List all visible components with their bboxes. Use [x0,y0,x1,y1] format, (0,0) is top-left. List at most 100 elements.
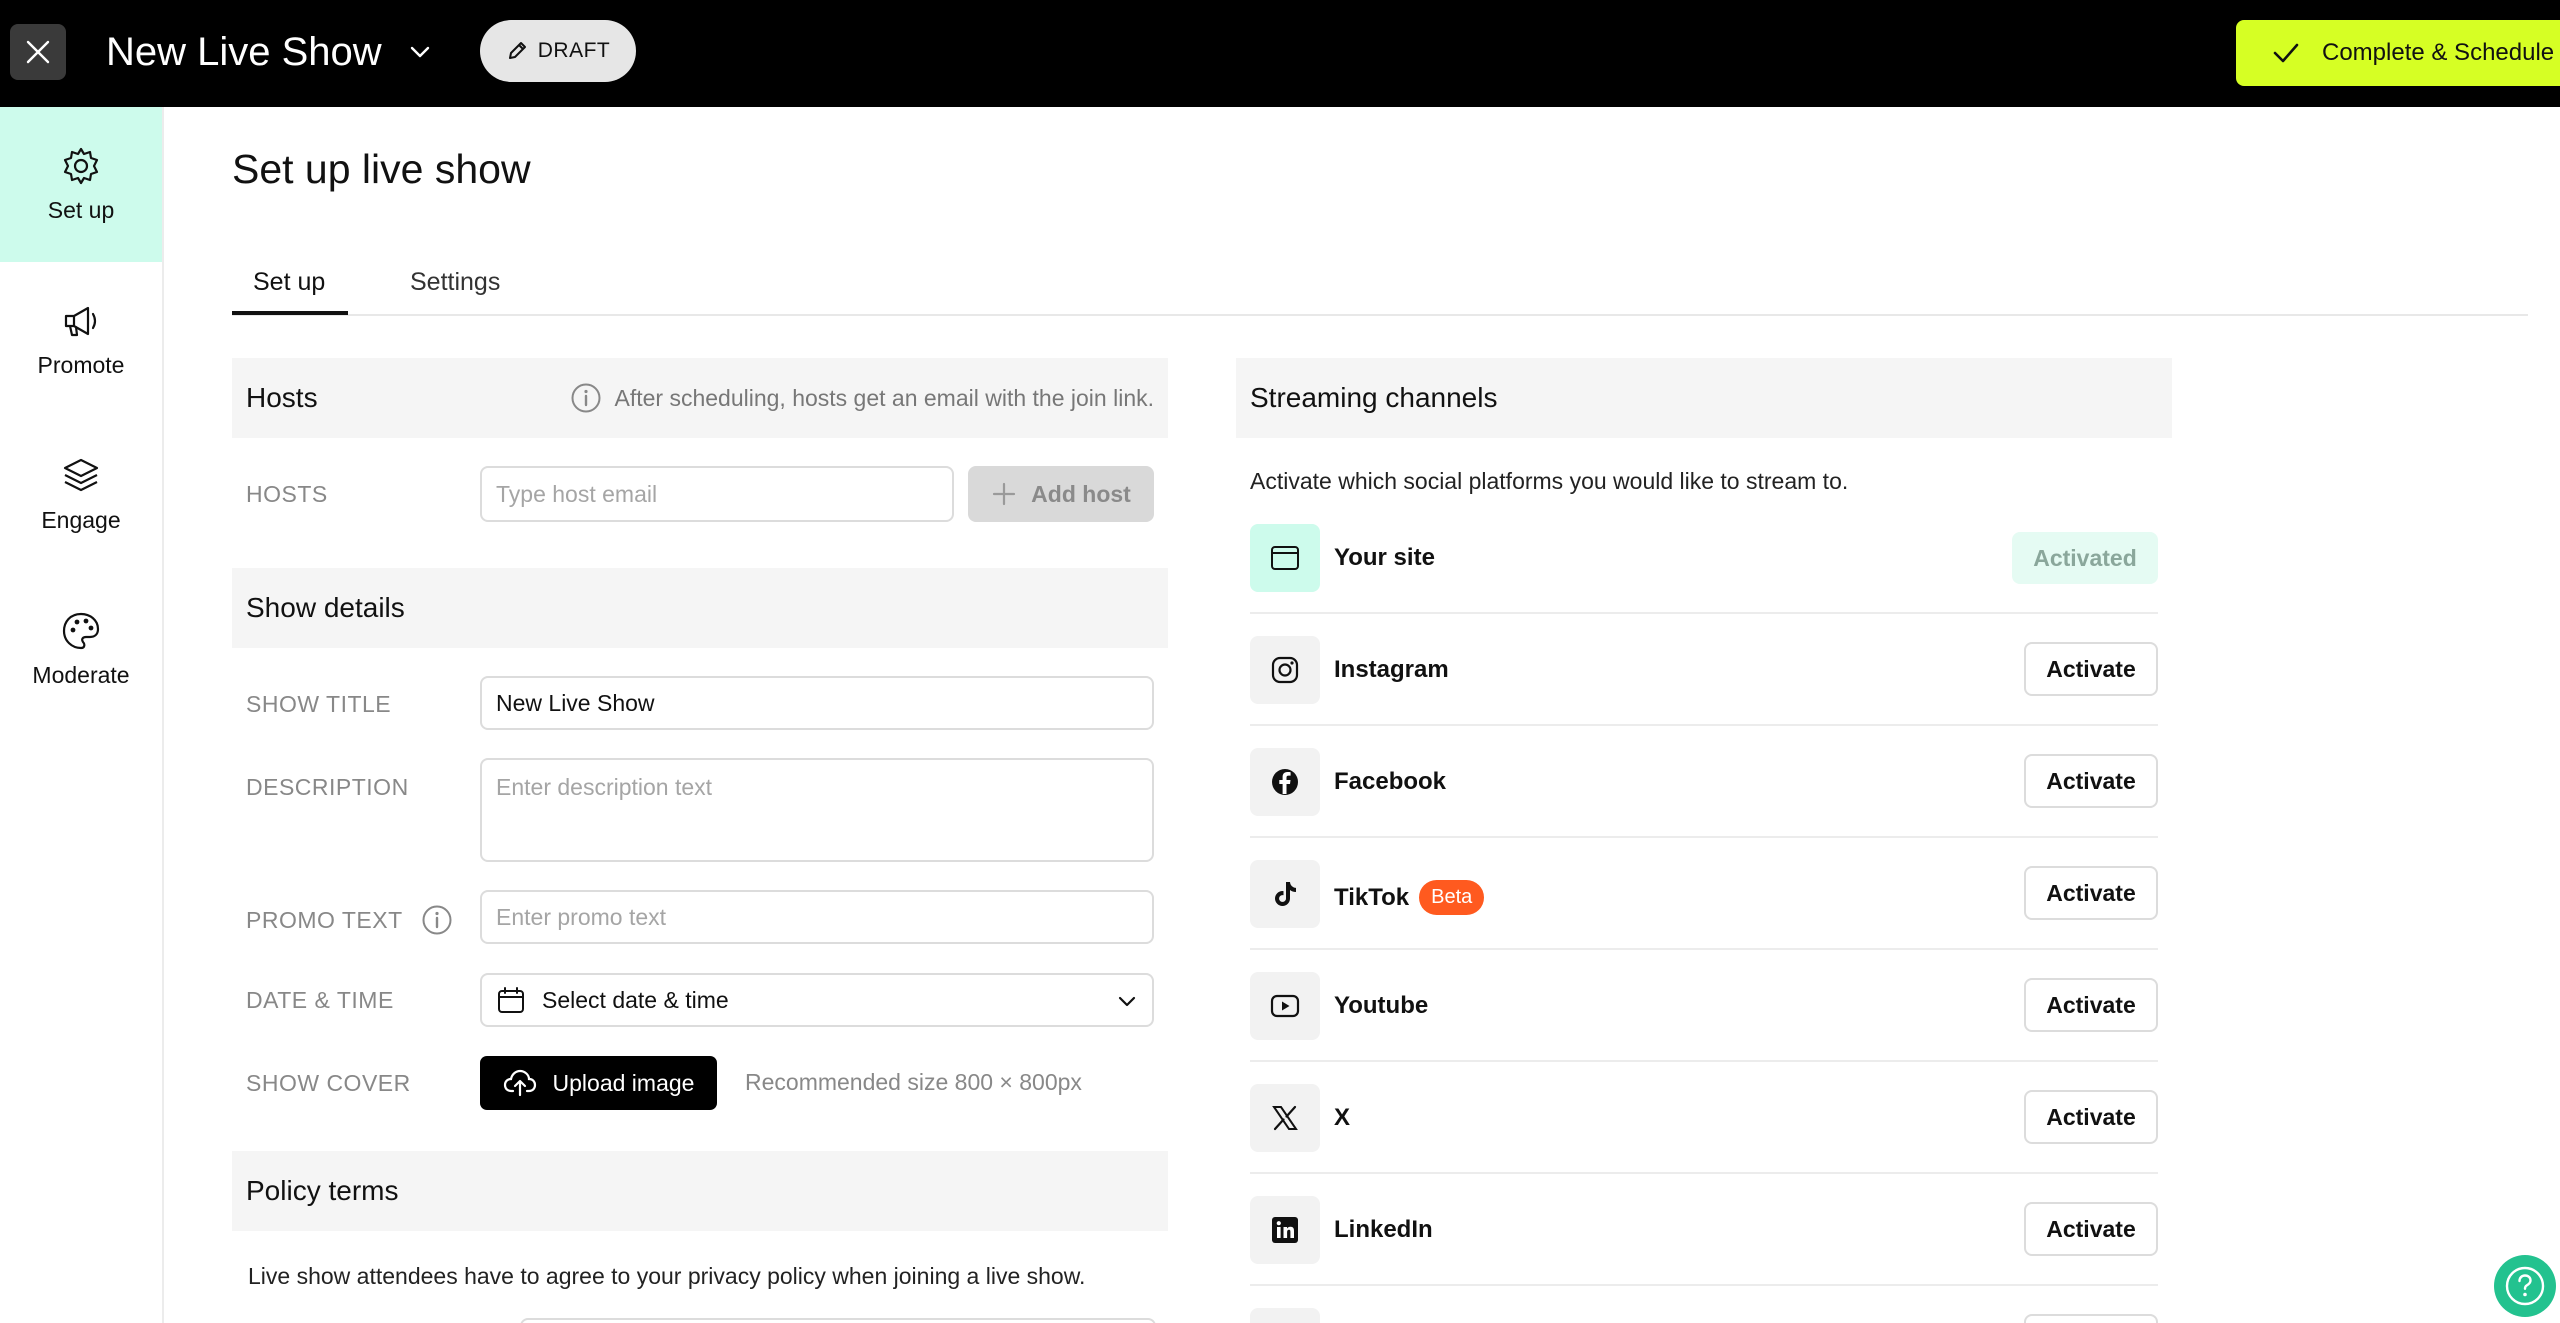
upload-image-label: Upload image [552,1069,695,1096]
chevron-down-icon[interactable] [406,38,434,66]
upload-image-button[interactable]: Upload image [480,1056,717,1110]
linkedin-icon [1272,1217,1298,1243]
channel-row-instagram: Instagram Activate [1250,614,2158,726]
browser-window-icon [1271,546,1299,570]
activate-tiktok-button[interactable]: Activate [2024,866,2158,920]
sidebar-item-promote[interactable]: Promote [0,262,162,417]
check-icon [2273,43,2299,63]
channel-row-youtube: Youtube Activate [1250,950,2158,1062]
hosts-title: Hosts [246,382,318,413]
plus-icon [993,482,1016,506]
sidebar-item-engage[interactable]: Engage [0,417,162,572]
channel-icon [1250,748,1320,816]
activate-facebook-button[interactable]: Activate [2024,754,2158,808]
date-time-select[interactable]: Select date & time [480,973,1154,1027]
tiktok-icon [1275,882,1296,906]
tab-set-up[interactable]: Set up [253,268,325,297]
channel-name-text: LinkedIn [1334,1216,1433,1243]
channel-name: X [1334,1104,1350,1132]
channel-row-your-site: Your site Activated [1250,502,2158,614]
channel-name-text: Your site [1334,544,1435,571]
show-details-section-header: Show details [232,568,1168,648]
sidebar-item-label: Moderate [32,662,130,688]
policy-title: Policy terms [246,1175,399,1206]
complete-label: Complete & Schedule [2322,39,2555,66]
info-icon [571,383,601,413]
draft-status-button[interactable]: DRAFT [480,20,636,82]
streaming-title: Streaming channels [1250,382,1498,413]
help-button[interactable] [2494,1255,2556,1317]
draft-label: DRAFT [537,39,611,62]
channel-icon-partial [1250,1308,1320,1323]
sidebar-item-set-up[interactable]: Set up [0,107,162,262]
show-title-label: SHOW TITLE [246,691,392,717]
beta-badge: Beta [1419,880,1485,915]
activate-button-partial[interactable] [2024,1314,2158,1323]
chevron-down-icon [1118,996,1136,1007]
activate-linkedin-button[interactable]: Activate [2024,1202,2158,1256]
date-time-value: Select date & time [542,986,729,1013]
gear-icon [63,147,99,185]
sidebar-item-label: Promote [37,352,125,378]
top-bar: New Live Show DRAFT Complete & Schedule [0,0,2560,107]
instagram-icon [1271,656,1299,684]
channel-name-text: Instagram [1334,656,1449,683]
channel-name-text: Facebook [1334,768,1447,795]
hosts-note-text: After scheduling, hosts get an email wit… [614,384,1154,411]
sidebar-item-moderate[interactable]: Moderate [0,572,162,727]
streaming-subtitle: Activate which social platforms you woul… [1250,468,1849,494]
show-cover-label: SHOW COVER [246,1070,411,1096]
channel-icon [1250,636,1320,704]
complete-schedule-button[interactable]: Complete & Schedule [2236,20,2560,86]
activated-status: Activated [2012,532,2158,584]
palette-icon [62,612,100,650]
hosts-label: HOSTS [246,481,328,507]
tab-settings[interactable]: Settings [410,268,500,297]
channel-name-text: Youtube [1334,992,1429,1019]
promo-text-label-row: PROMO TEXT [246,904,453,936]
channel-row-facebook: Facebook Activate [1250,726,2158,838]
channel-icon [1250,860,1320,928]
x-icon [1272,1105,1298,1131]
page-title: Set up live show [232,146,531,192]
calendar-icon [498,987,524,1013]
promo-text-label: PROMO TEXT [246,906,403,933]
description-textarea[interactable] [480,758,1154,862]
facebook-icon [1272,769,1298,795]
policy-description: Live show attendees have to agree to you… [248,1263,1086,1289]
close-button[interactable] [10,24,66,80]
policy-section-header: Policy terms [232,1151,1168,1231]
sidebar-item-label: Engage [41,507,121,533]
upload-size-note: Recommended size 800 × 800px [745,1069,1082,1095]
activate-instagram-button[interactable]: Activate [2024,642,2158,696]
host-email-input[interactable] [480,466,954,522]
layers-icon [63,458,99,492]
pencil-icon [508,42,526,59]
tab-bar: Set up Settings [232,262,2528,316]
add-host-label: Add host [1031,480,1131,507]
channel-name: Instagram [1334,656,1449,684]
activate-youtube-button[interactable]: Activate [2024,978,2158,1032]
left-sidebar: Set up Promote Engage Moderate [0,107,164,1323]
megaphone-icon [64,306,97,337]
streaming-section-header: Streaming channels [1236,358,2172,438]
promo-text-input[interactable] [480,890,1154,944]
youtube-icon [1270,994,1300,1018]
hosts-section-header: Hosts After scheduling, hosts get an ema… [232,358,1168,438]
channel-icon [1250,524,1320,592]
channel-name: Your site [1334,544,1435,572]
help-icon [2505,1266,2545,1306]
channel-name: Facebook [1334,768,1446,796]
description-label: DESCRIPTION [246,774,409,800]
info-icon[interactable] [421,904,453,936]
policy-input[interactable] [520,1318,1156,1323]
channel-row-x: X Activate [1250,1062,2158,1174]
activate-x-button[interactable]: Activate [2024,1090,2158,1144]
channel-name-text: TikTok [1334,883,1410,911]
add-host-button[interactable]: Add host [968,466,1154,522]
show-title-input[interactable] [480,676,1154,730]
active-tab-indicator [232,311,348,315]
show-title[interactable]: New Live Show [106,26,382,78]
channel-row-tiktok: TikTok Beta Activate [1250,838,2158,950]
hosts-note: After scheduling, hosts get an email wit… [570,382,1154,414]
